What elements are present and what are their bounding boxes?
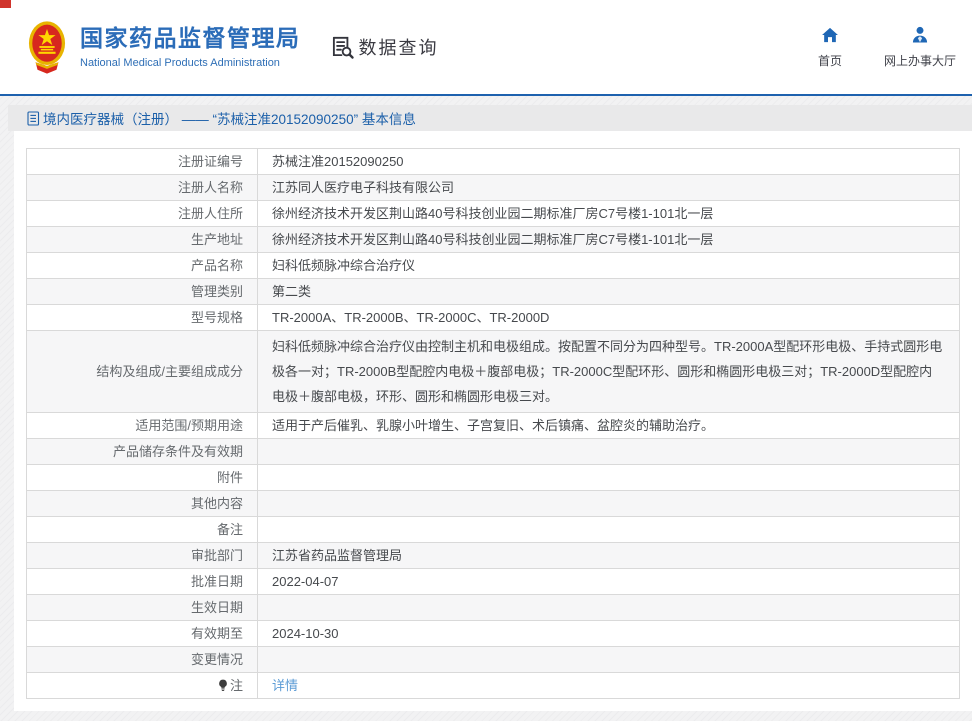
row-label: 注 — [26, 672, 258, 699]
row-value — [257, 516, 960, 543]
table-row: 产品名称 妇科低频脉冲综合治疗仪 — [26, 252, 960, 279]
row-label: 注册人名称 — [26, 174, 258, 201]
row-label: 变更情况 — [26, 646, 258, 673]
row-value — [257, 646, 960, 673]
row-value — [257, 438, 960, 465]
table-row: 审批部门 江苏省药品监督管理局 — [26, 542, 960, 569]
user-icon — [910, 25, 930, 45]
bulb-icon — [218, 679, 228, 692]
row-value — [257, 594, 960, 621]
row-value: 适用于产后催乳、乳腺小叶增生、子宫复旧、术后镇痛、盆腔炎的辅助治疗。 — [257, 412, 960, 439]
nmpa-logo[interactable]: 国家药品监督管理局 National Medical Products Admi… — [28, 20, 301, 74]
row-label: 有效期至 — [26, 620, 258, 647]
header-gap — [0, 96, 972, 105]
row-value: 苏械注准20152090250 — [257, 148, 960, 175]
row-value: 第二类 — [257, 278, 960, 305]
row-label: 备注 — [26, 516, 258, 543]
screen-corner-marker — [0, 0, 11, 8]
row-label: 管理类别 — [26, 278, 258, 305]
document-search-icon — [329, 34, 355, 60]
row-label: 批准日期 — [26, 568, 258, 595]
row-value — [257, 490, 960, 517]
note-label: 注 — [229, 678, 243, 693]
nav-home[interactable]: 首页 — [810, 25, 850, 69]
nav-home-label: 首页 — [817, 54, 842, 68]
site-header: 国家药品监督管理局 National Medical Products Admi… — [0, 0, 972, 96]
row-label: 型号规格 — [26, 304, 258, 331]
row-label: 生产地址 — [26, 226, 258, 253]
document-icon — [27, 110, 40, 126]
row-label: 产品储存条件及有效期 — [26, 438, 258, 465]
row-label: 产品名称 — [26, 252, 258, 279]
table-row: 生效日期 — [26, 594, 960, 621]
row-label: 其他内容 — [26, 490, 258, 517]
table-row: 注册人住所 徐州经济技术开发区荆山路40号科技创业园二期标准厂房C7号楼1-10… — [26, 200, 960, 227]
org-names: 国家药品监督管理局 National Medical Products Admi… — [80, 25, 301, 69]
table-row: 附件 — [26, 464, 960, 491]
row-value: 江苏同人医疗电子科技有限公司 — [257, 174, 960, 201]
table-row: 批准日期 2022-04-07 — [26, 568, 960, 595]
row-value — [257, 464, 960, 491]
data-query-portal[interactable]: 数据查询 — [329, 34, 439, 60]
org-name-en: National Medical Products Administration — [80, 56, 280, 69]
row-label: 适用范围/预期用途 — [26, 412, 258, 439]
detail-link[interactable]: 详情 — [272, 678, 298, 693]
table-row: 变更情况 — [26, 646, 960, 673]
registration-info-table: 注册证编号 苏械注准20152090250 注册人名称 江苏同人医疗电子科技有限… — [26, 148, 960, 699]
table-row: 型号规格 TR-2000A、TR-2000B、TR-2000C、TR-2000D — [26, 304, 960, 331]
table-row: 注册证编号 苏械注准20152090250 — [26, 148, 960, 175]
row-label: 生效日期 — [26, 594, 258, 621]
main-content: 注册证编号 苏械注准20152090250 注册人名称 江苏同人医疗电子科技有限… — [14, 131, 972, 711]
home-icon — [820, 25, 840, 45]
table-row: 注册人名称 江苏同人医疗电子科技有限公司 — [26, 174, 960, 201]
row-value: 妇科低频脉冲综合治疗仪由控制主机和电极组成。按配置不同分为四种型号。TR-200… — [257, 330, 960, 413]
row-value: 妇科低频脉冲综合治疗仪 — [257, 252, 960, 279]
breadcrumb: 境内医疗器械（注册） —— “苏械注准20152090250” 基本信息 — [8, 105, 972, 131]
row-label: 附件 — [26, 464, 258, 491]
row-value: 徐州经济技术开发区荆山路40号科技创业园二期标准厂房C7号楼1-101北一层 — [257, 200, 960, 227]
table-row: 产品储存条件及有效期 — [26, 438, 960, 465]
row-value: 徐州经济技术开发区荆山路40号科技创业园二期标准厂房C7号楼1-101北一层 — [257, 226, 960, 253]
table-row-note: 注 详情 — [26, 672, 960, 699]
table-row: 其他内容 — [26, 490, 960, 517]
row-label: 注册证编号 — [26, 148, 258, 175]
row-value: 2022-04-07 — [257, 568, 960, 595]
table-row: 生产地址 徐州经济技术开发区荆山路40号科技创业园二期标准厂房C7号楼1-101… — [26, 226, 960, 253]
national-emblem-icon — [28, 20, 66, 74]
table-row: 管理类别 第二类 — [26, 278, 960, 305]
table-row: 适用范围/预期用途 适用于产后催乳、乳腺小叶增生、子宫复旧、术后镇痛、盆腔炎的辅… — [26, 412, 960, 439]
row-value: TR-2000A、TR-2000B、TR-2000C、TR-2000D — [257, 304, 960, 331]
table-row: 结构及组成/主要组成成分 妇科低频脉冲综合治疗仪由控制主机和电极组成。按配置不同… — [26, 330, 960, 413]
row-label: 注册人住所 — [26, 200, 258, 227]
nav-hall-label: 网上办事大厅 — [883, 54, 956, 68]
nav-online-hall[interactable]: 网上办事大厅 — [884, 25, 956, 69]
breadcrumb-text: 境内医疗器械（注册） —— “苏械注准20152090250” 基本信息 — [43, 112, 416, 127]
table-row: 有效期至 2024-10-30 — [26, 620, 960, 647]
org-name-cn: 国家药品监督管理局 — [80, 25, 301, 52]
header-nav: 首页 网上办事大厅 — [810, 25, 956, 69]
row-value: 2024-10-30 — [257, 620, 960, 647]
row-value: 江苏省药品监督管理局 — [257, 542, 960, 569]
row-label: 结构及组成/主要组成成分 — [26, 330, 258, 413]
row-label: 审批部门 — [26, 542, 258, 569]
row-value: 详情 — [257, 672, 960, 699]
portal-title: 数据查询 — [358, 38, 439, 58]
table-row: 备注 — [26, 516, 960, 543]
